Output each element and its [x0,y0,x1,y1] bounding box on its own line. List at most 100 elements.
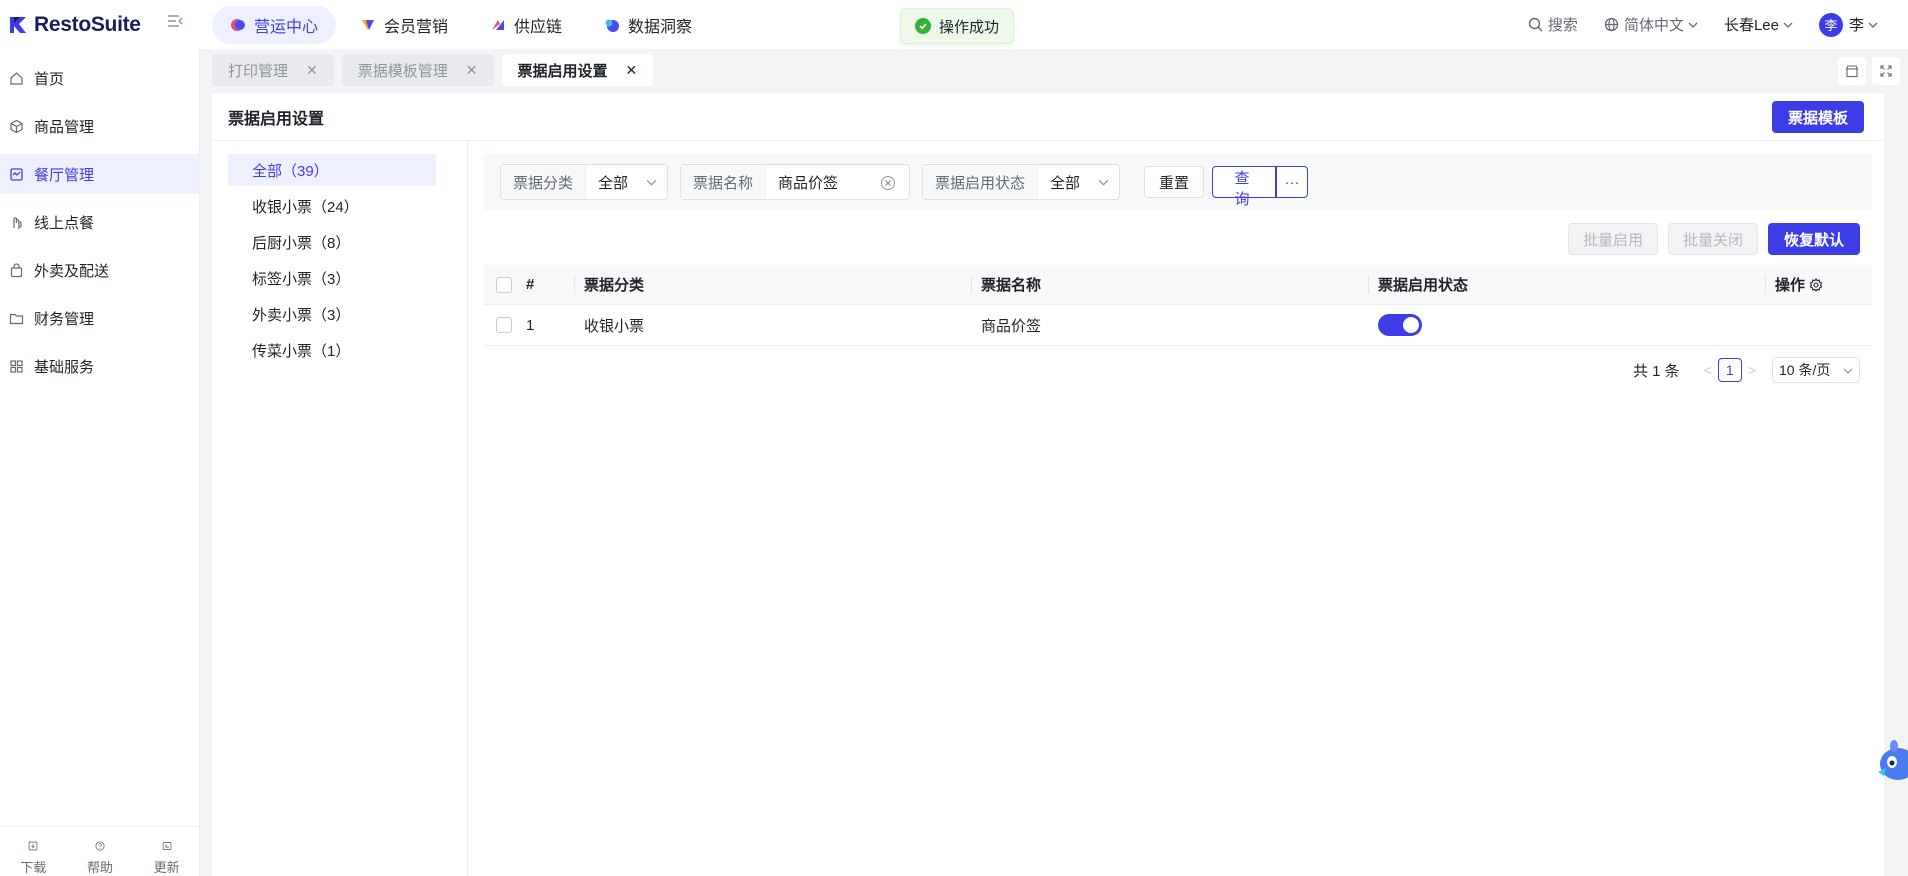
sidebar-item-label: 外卖及配送 [34,262,110,280]
category-list: 全部（39） 收银小票（24） 后厨小票（8） 标签小票（3） 外卖小票（3） … [228,154,436,370]
chevron-down-icon [1868,22,1878,28]
store-icon-button[interactable] [1838,57,1866,85]
chevron-down-icon [1098,179,1109,186]
page-title: 票据启用设置 [228,110,325,128]
sidebar-item-online-order[interactable]: 线上点餐 [0,202,199,242]
toast-message: 操作成功 [939,18,1000,36]
topnav-operations[interactable]: 营运中心 [212,5,337,44]
page-number-current[interactable]: 1 [1717,358,1742,382]
topnav-label: 营运中心 [254,18,319,36]
restaurant-icon [10,167,23,181]
chevron-down-icon [646,179,657,186]
tab-print-management[interactable]: 打印管理 ✕ [212,54,334,86]
close-icon[interactable]: ✕ [306,62,318,79]
filter-label: 票据启用状态 [923,165,1039,199]
sidebar: 首页 商品管理 餐厅管理 线上点餐 外卖及配送 财务管理 基础服务 下载 帮助 [0,49,200,876]
column-header-index: # [526,276,535,293]
assistant-mascot-icon[interactable] [1868,732,1908,792]
category-item-all[interactable]: 全部（39） [228,154,436,186]
reset-button[interactable]: 重置 [1144,166,1205,198]
page-size-value: 10 条/页 [1779,362,1831,378]
enable-toggle-switch[interactable] [1378,314,1422,336]
enable-state-filter-select[interactable]: 票据启用状态 全部 [922,164,1120,200]
update-label: 更新 [153,860,180,875]
category-item-serving[interactable]: 传菜小票（1） [228,334,436,366]
close-icon[interactable]: ✕ [466,62,478,79]
table-row[interactable]: 1 收银小票 商品价签 [484,305,1872,346]
avatar: 李 [1818,12,1843,37]
more-filters-button[interactable]: ··· [1276,166,1309,198]
user-name: 李 [1848,17,1864,34]
batch-disable-button[interactable]: 批量关闭 [1667,223,1758,255]
help-button[interactable]: 帮助 [87,841,113,876]
download-button[interactable]: 下载 [20,841,46,876]
search-label: 搜索 [1547,17,1578,34]
clear-input-icon[interactable] [881,176,895,190]
prev-page-icon[interactable]: < [1704,362,1712,378]
ticket-template-button[interactable]: 票据模板 [1771,101,1864,133]
help-label: 帮助 [86,860,113,875]
row-checkbox[interactable] [496,317,512,333]
update-button[interactable]: 更新 [154,841,180,876]
query-button[interactable]: 查询 [1212,166,1277,208]
success-check-icon [915,18,931,34]
user-menu[interactable]: 李 李 [1818,12,1878,37]
category-item-cashier[interactable]: 收银小票（24） [228,190,436,222]
sidebar-item-label: 线上点餐 [34,214,95,232]
topnav-supply-chain[interactable]: 供应链 [472,6,580,44]
page-size-select[interactable]: 10 条/页 [1772,357,1860,383]
ticket-name-input[interactable]: 票据名称 商品价签 [680,164,910,200]
tab-label: 票据模板管理 [357,62,448,80]
category-item-label[interactable]: 标签小票（3） [228,262,436,294]
sidebar-item-home[interactable]: 首页 [0,58,199,98]
filter-label: 票据分类 [501,165,587,199]
topnav-membership[interactable]: 会员营销 [342,6,466,44]
topnav-label: 会员营销 [384,18,449,36]
sidebar-item-restaurant[interactable]: 餐厅管理 [0,154,199,194]
success-toast: 操作成功 [900,8,1015,44]
row-index: 1 [526,316,535,334]
topnav-label: 供应链 [514,18,563,36]
tab-bar: 打印管理 ✕ 票据模板管理 ✕ 票据启用设置 ✕ [200,49,1908,91]
collapse-sidebar-icon[interactable] [166,12,184,30]
grid-icon [10,359,23,373]
sidebar-item-delivery[interactable]: 外卖及配送 [0,250,199,290]
tab-template-management[interactable]: 票据模板管理 ✕ [341,54,494,86]
pagination-total: 共 1 条 [1632,362,1680,380]
filter-label: 票据名称 [681,165,767,199]
category-filter-select[interactable]: 票据分类 全部 [500,164,668,200]
close-icon[interactable]: ✕ [626,62,638,79]
data-insight-icon [605,19,620,32]
fullscreen-button[interactable] [1872,57,1900,85]
query-split-button: 查询 ··· [1212,166,1309,208]
sidebar-item-finance[interactable]: 财务管理 [0,298,199,338]
membership-icon [362,19,375,30]
tab-ticket-enable-settings[interactable]: 票据启用设置 ✕ [501,54,654,86]
sidebar-item-products[interactable]: 商品管理 [0,106,199,146]
category-item-takeout[interactable]: 外卖小票（3） [228,298,436,330]
download-icon [28,841,38,851]
pagination: 共 1 条 < 1 > 10 条/页 [1633,357,1860,383]
chevron-down-icon [1783,22,1793,28]
global-search[interactable]: 搜索 [1528,14,1578,35]
batch-enable-button[interactable]: 批量启用 [1567,223,1658,255]
restore-default-button[interactable]: 恢复默认 [1767,223,1860,255]
topnav-data-insight[interactable]: 数据洞察 [586,6,710,44]
category-item-kitchen[interactable]: 后厨小票（8） [228,226,436,258]
filter-bar: 票据分类 全部 票据名称 商品价签 票据启用状态 全部 重置 查询 ··· [484,154,1872,210]
sidebar-footer: 下载 帮助 更新 [0,826,200,876]
select-all-checkbox[interactable] [496,276,512,293]
filter-value: 全部 [598,174,629,192]
store-switch[interactable]: 长春Lee [1724,14,1793,35]
row-category: 收银小票 [584,317,645,335]
store-icon [1845,65,1859,78]
content-panel: 票据启用设置 票据模板 全部（39） 收银小票（24） 后厨小票（8） 标签小票… [212,93,1884,876]
language-switch[interactable]: 简体中文 [1604,14,1698,35]
search-icon [1528,17,1543,32]
sidebar-item-basic-services[interactable]: 基础服务 [0,346,199,386]
fullscreen-icon [1880,65,1892,77]
tab-tools [1832,57,1900,85]
next-page-icon[interactable]: > [1748,362,1756,378]
gear-icon[interactable] [1809,277,1823,292]
top-nav: 营运中心 会员营销 供应链 数据洞察 [212,0,716,49]
